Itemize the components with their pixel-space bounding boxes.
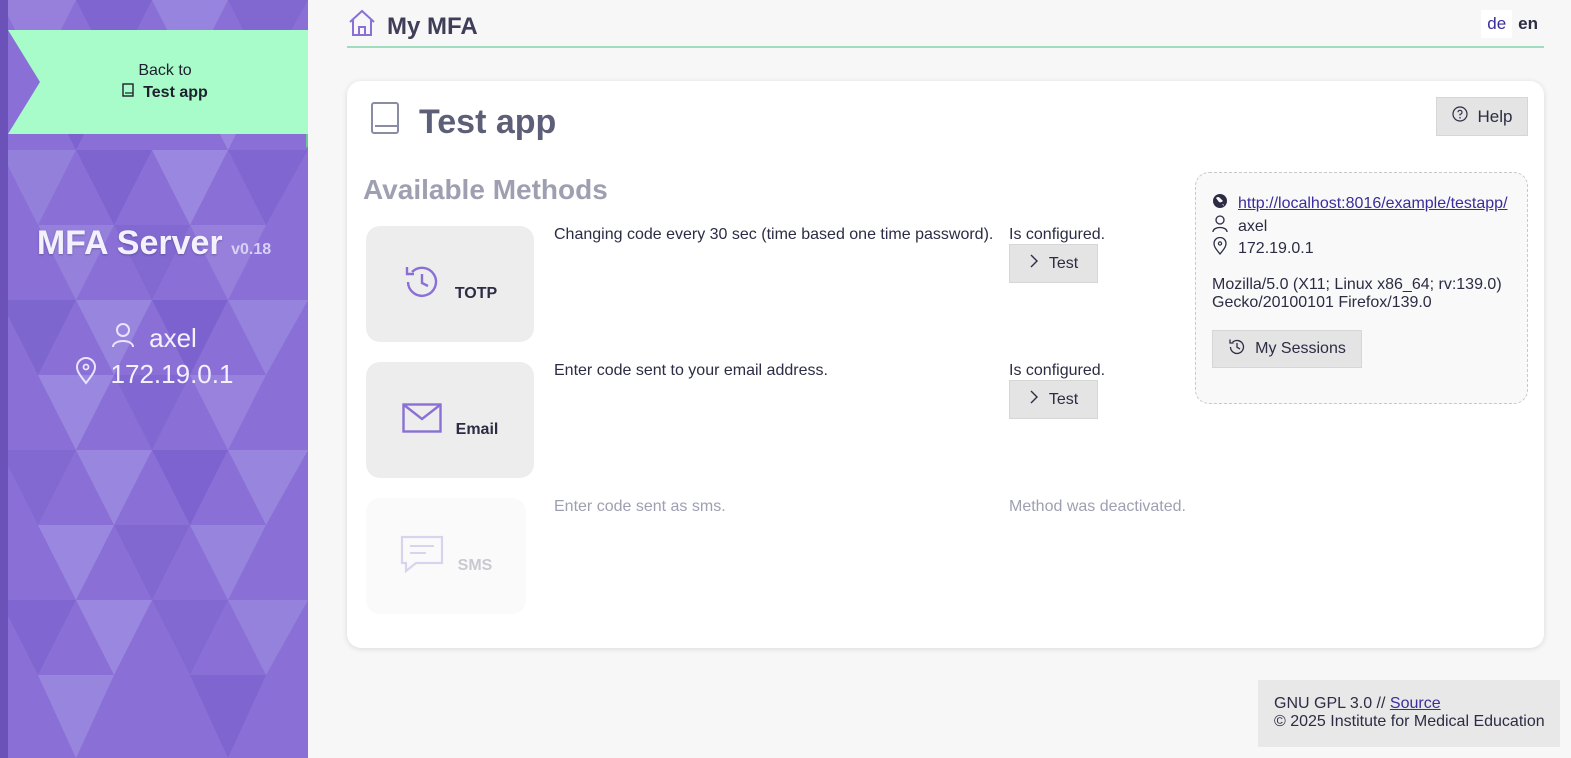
app-card: Test app Help Available Methods TOTP Cha… xyxy=(347,81,1544,648)
method-tile-sms: SMS xyxy=(366,498,526,614)
method-tile-totp[interactable]: TOTP xyxy=(366,226,534,342)
chat-icon xyxy=(400,535,444,578)
back-label: Back to xyxy=(138,62,192,79)
method-status-email: Is configured. xyxy=(1009,362,1106,379)
method-name-email: Email xyxy=(455,421,499,438)
location-pin-icon xyxy=(1212,236,1228,260)
session-username: axel xyxy=(1238,217,1268,235)
help-button[interactable]: Help xyxy=(1436,97,1528,136)
user-icon xyxy=(111,322,135,355)
brand-name: MFA Server xyxy=(36,224,223,262)
back-text: Back to Test app xyxy=(8,62,308,102)
session-info-panel: http://localhost:8016/example/testapp/ a… xyxy=(1195,172,1528,404)
sidebar-user-info: axel 172.19.0.1 xyxy=(0,320,308,392)
back-to-app-link[interactable]: Back to Test app xyxy=(8,30,308,148)
method-name-sms: SMS xyxy=(457,557,493,574)
license-text: GNU GPL 3.0 // xyxy=(1274,695,1390,712)
chevron-right-icon xyxy=(1029,254,1039,273)
test-totp-button[interactable]: Test xyxy=(1009,244,1098,283)
user-agent: Mozilla/5.0 (X11; Linux x86_64; rv:139.0… xyxy=(1212,276,1502,312)
user-agent-line-1: Mozilla/5.0 (X11; Linux x86_64; rv:139.0… xyxy=(1212,276,1502,293)
ribbon-fold xyxy=(306,134,308,148)
language-switcher: de en xyxy=(1481,10,1544,38)
method-tile-email[interactable]: Email xyxy=(366,362,534,478)
test-label: Test xyxy=(1048,390,1079,408)
user-agent-line-2: Gecko/20100101 Firefox/139.0 xyxy=(1212,294,1432,311)
home-icon[interactable] xyxy=(347,8,377,45)
history-icon xyxy=(403,263,441,306)
lang-de-link[interactable]: de xyxy=(1481,10,1513,38)
help-label: Help xyxy=(1477,106,1513,126)
session-ip: 172.19.0.1 xyxy=(1238,239,1314,257)
page-title: My MFA xyxy=(347,8,478,45)
section-title: Available Methods xyxy=(363,174,608,205)
page-title-text: My MFA xyxy=(387,12,478,40)
my-sessions-button[interactable]: My Sessions xyxy=(1212,330,1362,368)
method-desc-email: Enter code sent to your email address. xyxy=(554,362,828,379)
history-icon xyxy=(1228,338,1246,361)
method-status-totp: Is configured. xyxy=(1009,226,1106,243)
mail-icon xyxy=(401,402,442,438)
copyright-text: © 2025 Institute for Medical Education xyxy=(1274,713,1545,730)
card-title-text: Test app xyxy=(419,103,557,141)
source-link[interactable]: Source xyxy=(1390,695,1441,712)
card-title: Test app xyxy=(369,101,556,144)
lang-en-link[interactable]: en xyxy=(1512,10,1544,38)
method-desc-sms: Enter code sent as sms. xyxy=(554,498,726,515)
help-circle-icon xyxy=(1451,106,1468,127)
test-email-button[interactable]: Test xyxy=(1009,380,1098,419)
method-status-sms: Method was deactivated. xyxy=(1009,498,1186,515)
location-pin-icon xyxy=(75,356,97,392)
my-sessions-label: My Sessions xyxy=(1255,340,1346,357)
sidebar-username: axel xyxy=(149,322,197,353)
sidebar-ip: 172.19.0.1 xyxy=(110,358,234,389)
method-desc-totp: Changing code every 30 sec (time based o… xyxy=(554,226,994,243)
app-url-link[interactable]: http://localhost:8016/example/testapp/ xyxy=(1238,195,1508,213)
brand: MFA Server v0.18 xyxy=(0,224,308,263)
user-icon xyxy=(1212,215,1228,238)
brand-version: v0.18 xyxy=(231,241,272,258)
book-icon xyxy=(122,83,134,102)
chevron-right-icon xyxy=(1029,390,1039,409)
book-icon xyxy=(369,101,401,144)
sidebar: Back to Test app MFA Server v0.18 axel 1… xyxy=(0,0,308,758)
globe-icon xyxy=(1212,193,1228,214)
method-name-totp: TOTP xyxy=(454,285,498,302)
page-header: My MFA de en xyxy=(347,0,1544,48)
back-app-name: Test app xyxy=(143,83,208,101)
footer: GNU GPL 3.0 // Source © 2025 Institute f… xyxy=(1258,680,1560,747)
test-label: Test xyxy=(1048,254,1079,272)
